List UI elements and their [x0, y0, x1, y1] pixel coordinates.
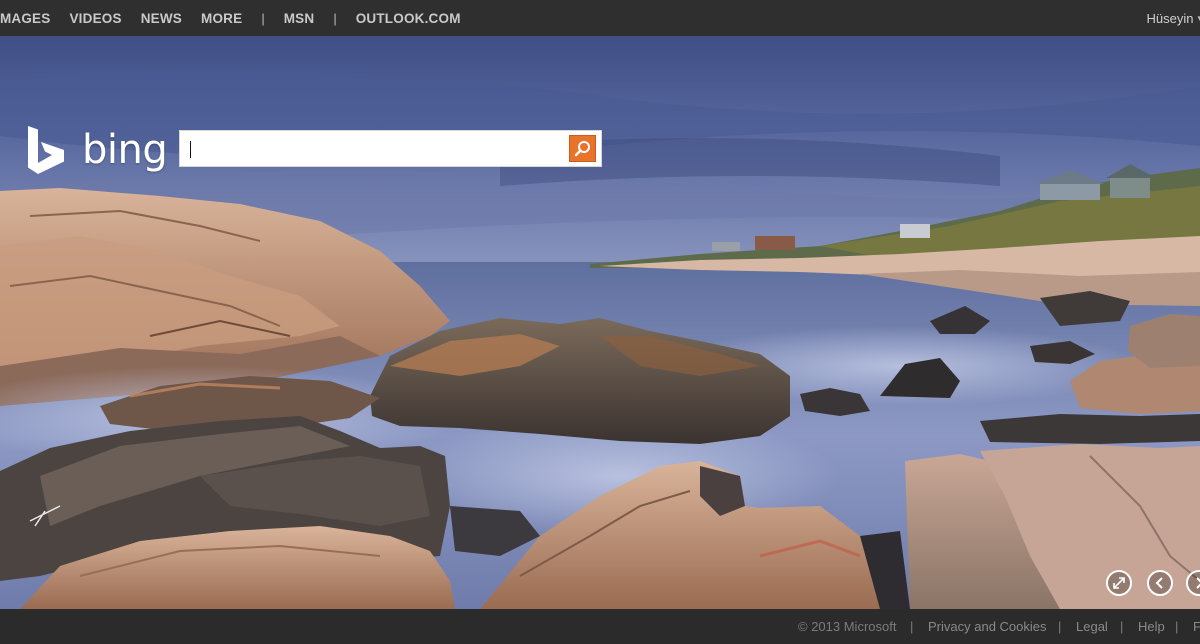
nav-outlook[interactable]: OUTLOOK.COM	[356, 11, 461, 26]
fullscreen-button[interactable]	[1106, 570, 1132, 596]
search-icon	[574, 141, 590, 157]
privacy-link[interactable]: Privacy and Cookies	[928, 619, 1047, 634]
background-image: bing	[0, 36, 1200, 609]
previous-image-button[interactable]	[1147, 570, 1173, 596]
fullscreen-icon	[1113, 577, 1125, 589]
top-nav-bar: IMAGES VIDEOS NEWS MORE | MSN | OUTLOOK.…	[0, 0, 1200, 36]
footer-separator: |	[1175, 619, 1179, 634]
bing-logo[interactable]: bing	[26, 124, 168, 176]
search-input[interactable]	[186, 135, 566, 163]
nav-separator: |	[261, 10, 265, 26]
user-menu[interactable]: Hüseyin ▾	[1147, 11, 1200, 26]
bing-logo-text: bing	[82, 127, 168, 173]
next-image-icon	[1196, 577, 1200, 589]
nav-msn[interactable]: MSN	[284, 11, 315, 26]
feedback-link[interactable]: F	[1193, 619, 1200, 634]
previous-image-icon	[1155, 577, 1163, 589]
nav-news[interactable]: NEWS	[141, 11, 182, 26]
search-button[interactable]	[569, 135, 596, 162]
help-link[interactable]: Help	[1138, 619, 1165, 634]
nav-more[interactable]: MORE	[201, 11, 242, 26]
footer-separator: |	[1120, 619, 1124, 634]
nav-images[interactable]: IMAGES	[0, 11, 50, 26]
nav-videos[interactable]: VIDEOS	[69, 11, 121, 26]
footer-separator: |	[1058, 619, 1062, 634]
coastline-photo	[0, 36, 1200, 609]
search-box	[179, 130, 602, 167]
top-nav: IMAGES VIDEOS NEWS MORE | MSN | OUTLOOK.…	[0, 0, 480, 36]
user-name: Hüseyin	[1146, 11, 1194, 26]
legal-link[interactable]: Legal	[1076, 619, 1108, 634]
footer: © 2013 Microsoft | Privacy and Cookies |…	[0, 609, 1200, 644]
footer-separator: |	[910, 619, 914, 634]
text-cursor	[190, 141, 191, 158]
copyright: © 2013 Microsoft	[798, 619, 897, 634]
nav-separator: |	[333, 10, 337, 26]
bing-logo-icon	[28, 126, 64, 174]
